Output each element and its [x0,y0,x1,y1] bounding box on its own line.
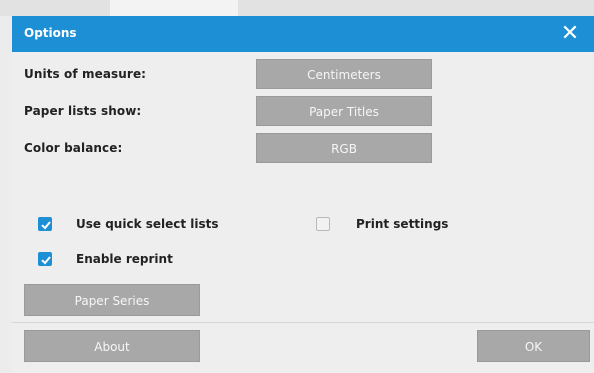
units-of-measure-label: Units of measure: [24,67,147,81]
print-settings-checkbox[interactable] [316,217,330,231]
checkmark-icon [41,256,51,265]
print-settings-label: Print settings [356,217,449,231]
units-of-measure-select[interactable]: Centimeters [256,59,432,89]
enable-reprint-checkbox[interactable] [38,252,52,266]
paper-series-button[interactable]: Paper Series [24,284,200,316]
quick-select-label: Use quick select lists [76,217,219,231]
paper-lists-show-select[interactable]: Paper Titles [256,96,432,126]
close-icon[interactable]: ✕ [558,22,582,46]
enable-reprint-label: Enable reprint [76,252,173,266]
dialog-titlebar: Options ✕ [12,16,594,52]
background-tab [110,0,238,17]
color-balance-label: Color balance: [24,141,123,155]
footer-divider [12,322,594,323]
paper-lists-show-label: Paper lists show: [24,104,142,118]
ok-button[interactable]: OK [477,330,590,362]
background-window-strip [0,0,594,17]
color-balance-select[interactable]: RGB [256,133,432,163]
checkmark-icon [41,221,51,230]
dialog-title: Options [24,26,77,40]
options-dialog: Options ✕ Units of measure: Centimeters … [12,16,594,373]
quick-select-checkbox[interactable] [38,217,52,231]
about-button[interactable]: About [24,330,200,362]
